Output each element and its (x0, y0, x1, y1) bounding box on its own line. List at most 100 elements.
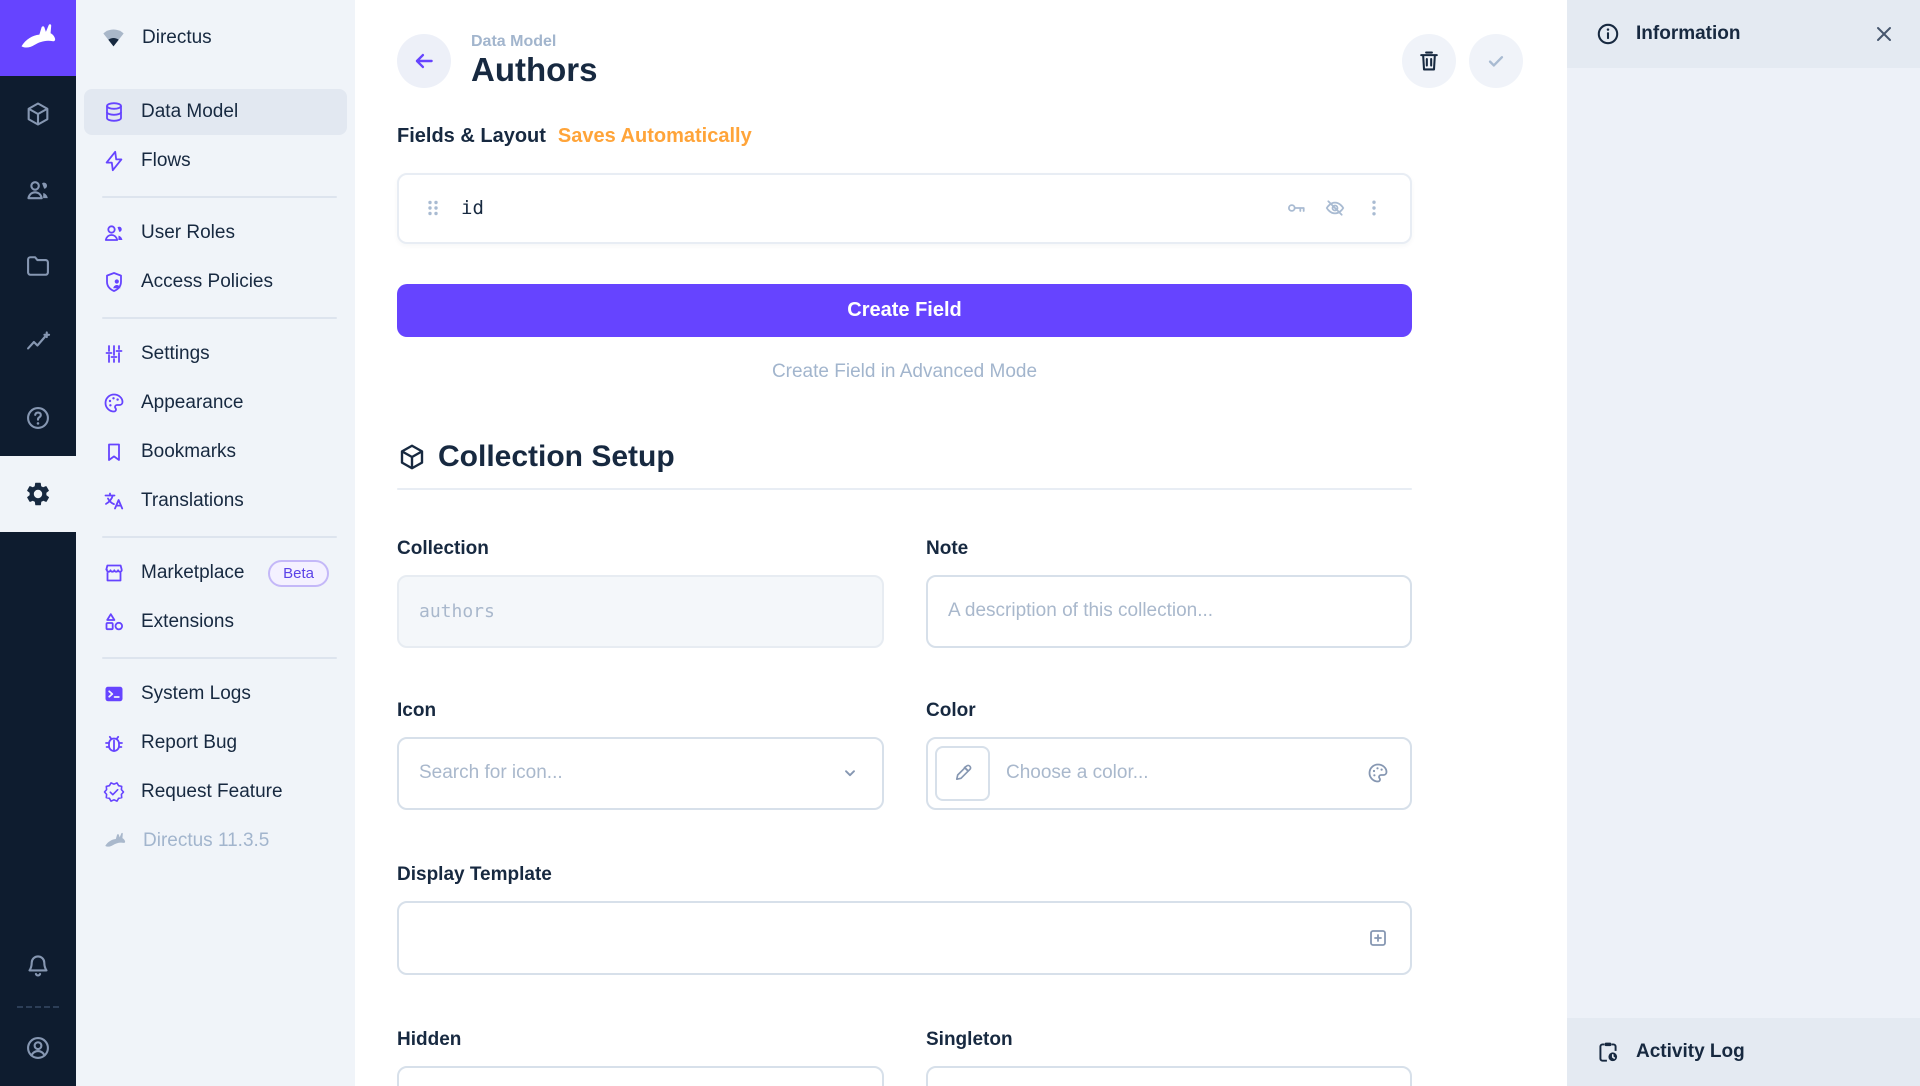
sidebar-item-label: Extensions (141, 611, 234, 633)
icon-search-input[interactable] (419, 762, 826, 784)
title-block: Data Model Authors (471, 33, 598, 89)
sidebar-item-label: Access Policies (141, 271, 273, 293)
sidebar-item-data-model[interactable]: Data Model (84, 89, 347, 135)
collection-input[interactable] (419, 601, 862, 622)
autosave-note: Saves Automatically (558, 125, 752, 148)
palette-icon (102, 391, 126, 415)
activity-log-icon (1595, 1039, 1621, 1065)
module-help[interactable] (0, 380, 76, 456)
project-header[interactable]: Directus (76, 0, 355, 76)
user-roles-icon (102, 221, 126, 245)
users-icon (24, 176, 52, 204)
sidebar-item-user-roles[interactable]: User Roles (84, 210, 347, 256)
module-users[interactable] (0, 152, 76, 228)
palette-icon[interactable] (1366, 761, 1390, 785)
database-icon (102, 100, 126, 124)
sidebar-item-flows[interactable]: Flows (84, 138, 347, 184)
rabbit-icon (102, 828, 128, 854)
note-input[interactable] (948, 600, 1390, 622)
singleton-input-wrap (926, 1066, 1412, 1086)
hidden-input-wrap (397, 1066, 884, 1086)
directus-logo[interactable] (0, 0, 76, 76)
sidebar-divider (102, 317, 337, 319)
display-template-label: Display Template (397, 864, 1412, 886)
create-field-button[interactable]: Create Field (397, 284, 1412, 337)
add-box-icon[interactable] (1366, 926, 1390, 950)
sidebar-item-label: Data Model (141, 101, 238, 123)
notifications-button[interactable] (0, 928, 76, 1004)
bookmark-icon (102, 440, 126, 464)
kebab-menu-icon[interactable] (1362, 196, 1386, 220)
delete-collection-button[interactable] (1402, 34, 1456, 88)
breadcrumb[interactable]: Data Model (471, 33, 598, 51)
chevron-down-icon[interactable] (838, 761, 862, 785)
sidebar-item-extensions[interactable]: Extensions (84, 599, 347, 645)
sidebar-item-request-feature[interactable]: Request Feature (84, 769, 347, 815)
bug-icon (102, 731, 126, 755)
main-content: Data Model Authors Fields & Layout Saves… (355, 0, 1567, 1086)
back-button[interactable] (397, 34, 451, 88)
sidebar-item-label: Settings (141, 343, 210, 365)
sidebar-item-marketplace[interactable]: Marketplace Beta (84, 550, 347, 596)
singleton-label: Singleton (926, 1029, 1412, 1051)
display-template-field: Display Template (397, 864, 1412, 975)
sidebar-item-bookmarks[interactable]: Bookmarks (84, 429, 347, 475)
save-button[interactable] (1469, 34, 1523, 88)
collection-field: Collection (397, 538, 884, 648)
arrow-left-icon (411, 48, 437, 74)
color-picker-button[interactable] (935, 746, 990, 801)
terminal-icon (102, 682, 126, 706)
sidebar-item-label: Flows (141, 150, 191, 172)
key-icon (1284, 196, 1308, 220)
icon-select[interactable] (397, 737, 884, 810)
display-template-input-wrap (397, 901, 1412, 975)
sidebar-item-label: Translations (141, 490, 244, 512)
sidebar-item-label: Appearance (141, 392, 243, 414)
sidebar-item-label: Request Feature (141, 781, 283, 803)
sidebar-divider (102, 196, 337, 198)
bell-icon (24, 952, 52, 980)
box-icon (397, 442, 427, 472)
activity-log-label: Activity Log (1636, 1041, 1745, 1063)
info-icon (1595, 21, 1621, 47)
color-input[interactable] (1006, 762, 1354, 784)
hidden-field: Hidden (397, 1029, 884, 1086)
module-settings[interactable] (0, 456, 76, 532)
trash-icon (1416, 48, 1442, 74)
collection-setup-form-bottom: Hidden Singleton (397, 1029, 1412, 1086)
field-row-id[interactable]: id (397, 173, 1412, 244)
sidebar-item-label: System Logs (141, 683, 251, 705)
settings-gear-icon (24, 480, 52, 508)
user-menu-button[interactable] (0, 1010, 76, 1086)
connection-signal-icon (100, 25, 127, 52)
sidebar-item-translations[interactable]: Translations (84, 478, 347, 524)
project-name: Directus (142, 27, 212, 49)
display-template-input[interactable] (419, 927, 1354, 949)
storefront-icon (102, 561, 126, 585)
translate-icon (102, 489, 126, 513)
rabbit-icon (16, 16, 60, 60)
close-sidebar-button[interactable] (1872, 22, 1896, 46)
sidebar-item-report-bug[interactable]: Report Bug (84, 720, 347, 766)
advanced-mode-link[interactable]: Create Field in Advanced Mode (397, 361, 1412, 383)
sidebar-item-appearance[interactable]: Appearance (84, 380, 347, 426)
header-actions (1402, 34, 1523, 88)
collection-setup-form: Collection Note Icon (397, 538, 1412, 810)
navigation-sidebar: Directus Data Model Flows User Roles Acc… (76, 0, 355, 1086)
info-sidebar-body (1567, 68, 1920, 1018)
collection-input-wrap (397, 575, 884, 648)
info-sidebar-header: Information (1567, 0, 1920, 68)
module-insights[interactable] (0, 304, 76, 380)
module-content[interactable] (0, 76, 76, 152)
sidebar-item-system-logs[interactable]: System Logs (84, 671, 347, 717)
note-label: Note (926, 538, 1412, 560)
drag-handle-icon[interactable] (423, 198, 443, 218)
fields-layout-label: Fields & Layout (397, 125, 546, 148)
sidebar-item-settings[interactable]: Settings (84, 331, 347, 377)
activity-log-button[interactable]: Activity Log (1567, 1018, 1920, 1086)
sidebar-item-access-policies[interactable]: Access Policies (84, 259, 347, 305)
color-field: Color (926, 700, 1412, 810)
module-files[interactable] (0, 228, 76, 304)
sidebar-divider (102, 536, 337, 538)
field-name: id (461, 197, 484, 219)
